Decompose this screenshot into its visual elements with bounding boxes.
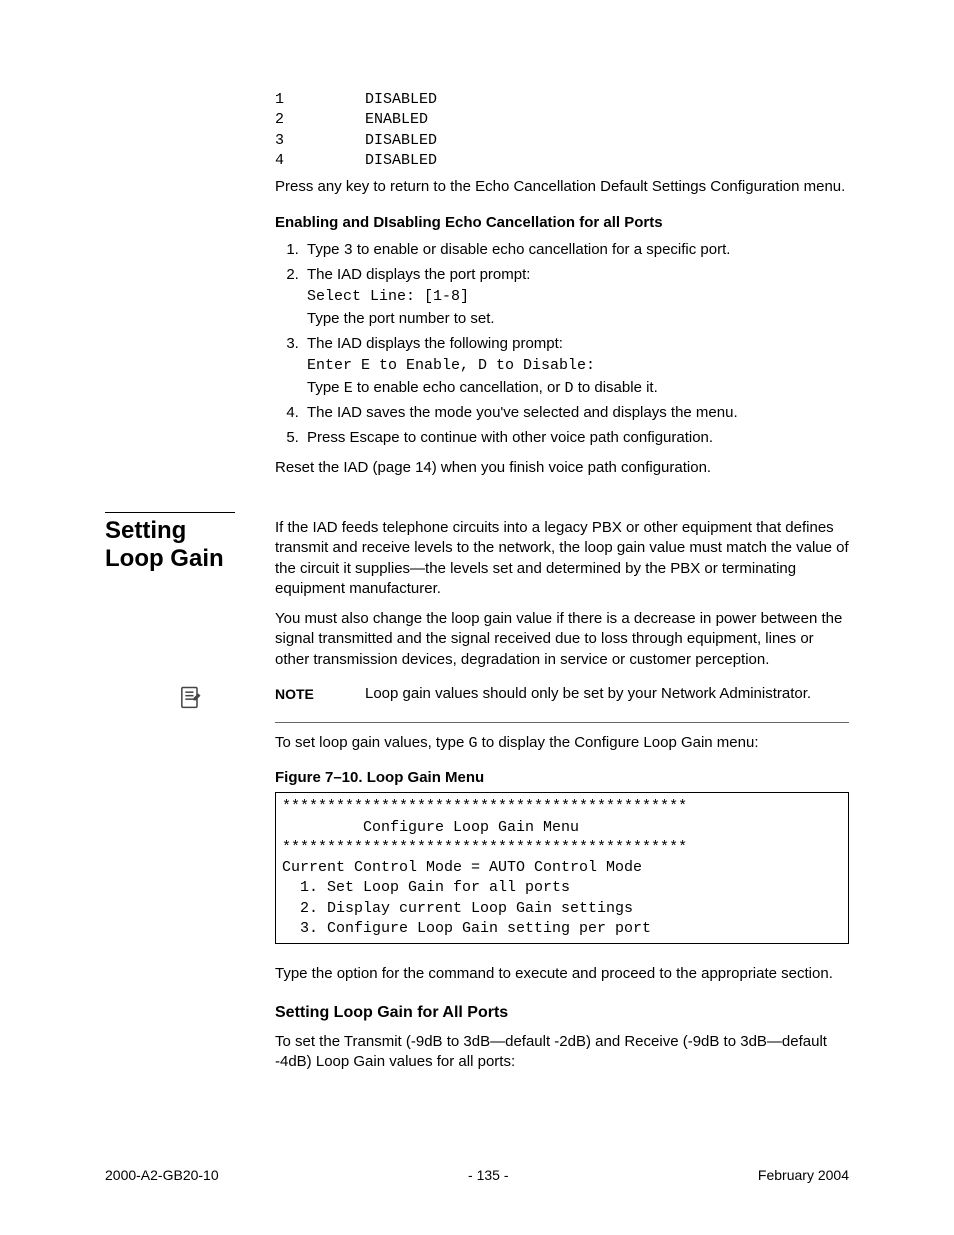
step-text: The IAD saves the mode you've selected a… <box>307 404 738 421</box>
press-any-key-text: Press any key to return to the Echo Canc… <box>275 177 849 197</box>
step-4: The IAD saves the mode you've selected a… <box>303 403 849 423</box>
prompt-code: Select Line: [1-8] <box>307 287 849 307</box>
section-title: Setting Loop Gain <box>105 512 235 572</box>
to-set-loop-gain-text: To set loop gain values, type G to displ… <box>275 733 849 754</box>
steps-list: Type 3 to enable or disable echo cancell… <box>275 240 849 448</box>
figure-caption: Figure 7–10. Loop Gain Menu <box>275 768 849 788</box>
setting-loop-gain-all-ports-heading: Setting Loop Gain for All Ports <box>275 1002 849 1024</box>
setting-loop-gain-section: Setting Loop Gain If the IAD feeds telep… <box>105 512 849 1082</box>
step-text: to enable or disable echo cancellation f… <box>353 241 731 258</box>
footer-page-number: - 135 - <box>468 1166 508 1185</box>
port-number: 4 <box>275 151 365 171</box>
inline-code: D <box>565 380 574 397</box>
table-row: 3 DISABLED <box>275 131 849 151</box>
notepad-icon <box>176 684 204 712</box>
reset-iad-text: Reset the IAD (page 14) when you finish … <box>275 458 849 478</box>
step-text: Press Escape to continue with other voic… <box>307 429 713 446</box>
paragraph: You must also change the loop gain value… <box>275 609 849 670</box>
note-block: NOTE Loop gain values should only be set… <box>275 684 849 723</box>
port-status-table: 1 DISABLED 2 ENABLED 3 DISABLED 4 DISABL… <box>275 90 849 171</box>
port-state: ENABLED <box>365 110 428 130</box>
table-row: 4 DISABLED <box>275 151 849 171</box>
step-text: The IAD displays the port prompt: <box>307 265 849 285</box>
step-text: The IAD displays the following prompt: <box>307 334 849 354</box>
table-row: 1 DISABLED <box>275 90 849 110</box>
note-text: Loop gain values should only be set by y… <box>365 684 849 704</box>
prompt-code: Enter E to Enable, D to Disable: <box>307 356 849 376</box>
step-2: The IAD displays the port prompt: Select… <box>303 265 849 330</box>
page: 1 DISABLED 2 ENABLED 3 DISABLED 4 DISABL… <box>0 0 954 1235</box>
page-footer: 2000-A2-GB20-10 - 135 - February 2004 <box>105 1166 849 1185</box>
set-transmit-text: To set the Transmit (-9dB to 3dB—default… <box>275 1032 849 1073</box>
section-head-column: Setting Loop Gain <box>105 512 275 1082</box>
paragraph: If the IAD feeds telephone circuits into… <box>275 518 849 599</box>
section-body: If the IAD feeds telephone circuits into… <box>275 512 849 1082</box>
loop-gain-menu-box: ****************************************… <box>275 792 849 944</box>
footer-doc-id: 2000-A2-GB20-10 <box>105 1166 219 1185</box>
step-1: Type 3 to enable or disable echo cancell… <box>303 240 849 261</box>
note-icon-column <box>105 684 275 712</box>
port-state: DISABLED <box>365 131 437 151</box>
port-number: 1 <box>275 90 365 110</box>
step-text: Type E to enable echo cancellation, or D… <box>307 378 849 399</box>
step-text: Type the port number to set. <box>307 309 849 329</box>
port-state: DISABLED <box>365 90 437 110</box>
step-3: The IAD displays the following prompt: E… <box>303 334 849 400</box>
port-state: DISABLED <box>365 151 437 171</box>
port-number: 3 <box>275 131 365 151</box>
footer-date: February 2004 <box>758 1166 849 1185</box>
upper-content: 1 DISABLED 2 ENABLED 3 DISABLED 4 DISABL… <box>275 90 849 478</box>
echo-cancellation-heading: Enabling and DIsabling Echo Cancellation… <box>275 213 849 233</box>
inline-code: E <box>344 380 353 397</box>
inline-code: 3 <box>344 242 353 259</box>
type-option-text: Type the option for the command to execu… <box>275 964 849 984</box>
port-number: 2 <box>275 110 365 130</box>
note-label: NOTE <box>275 684 365 704</box>
step-5: Press Escape to continue with other voic… <box>303 428 849 448</box>
step-text: Type <box>307 241 344 258</box>
table-row: 2 ENABLED <box>275 110 849 130</box>
